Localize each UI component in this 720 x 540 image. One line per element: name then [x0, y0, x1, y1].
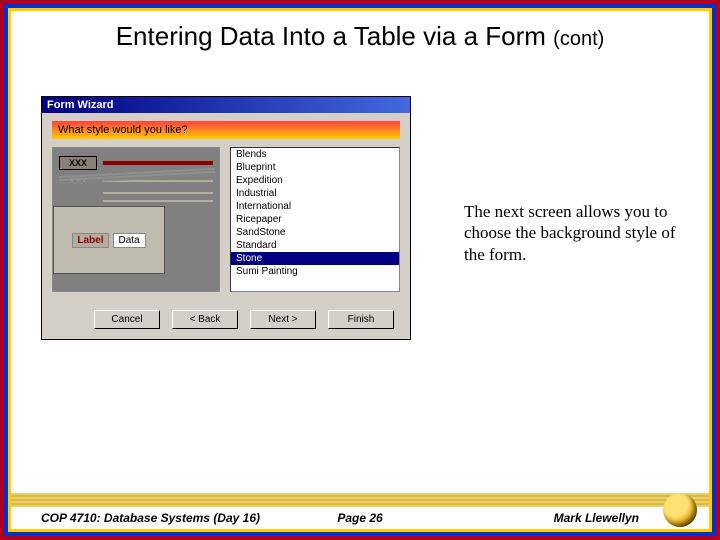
style-option[interactable]: Industrial	[231, 187, 399, 200]
cancel-button[interactable]: Cancel	[94, 310, 160, 329]
back-button[interactable]: < Back	[172, 310, 238, 329]
footer-course: COP 4710: Database Systems (Day 16)	[41, 511, 260, 525]
style-preview: XXX XXX Label Data	[52, 147, 220, 292]
slide-title-main: Entering Data Into a Table via a Form	[116, 21, 546, 51]
style-option[interactable]: Standard	[231, 239, 399, 252]
style-option[interactable]: International	[231, 200, 399, 213]
style-option[interactable]: Stone	[231, 252, 399, 265]
style-option[interactable]: Expedition	[231, 174, 399, 187]
style-option[interactable]: Sumi Painting	[231, 265, 399, 278]
preview-label-bold: XXX	[59, 156, 97, 170]
finish-button[interactable]: Finish	[328, 310, 394, 329]
ucf-logo-icon	[663, 493, 697, 527]
preview-sample-label: Label	[72, 233, 108, 248]
form-wizard-dialog: Form Wizard What style would you like? X…	[41, 96, 411, 340]
footer-decorative-band	[11, 493, 709, 507]
slide-footer: COP 4710: Database Systems (Day 16) Page…	[11, 507, 709, 529]
style-option[interactable]: Blueprint	[231, 161, 399, 174]
preview-sample: Label Data	[53, 206, 165, 274]
preview-sample-data: Data	[113, 233, 146, 248]
dialog-titlebar: Form Wizard	[42, 97, 410, 113]
slide-title: Entering Data Into a Table via a Form (c…	[11, 21, 709, 52]
footer-author: Mark Llewellyn	[554, 511, 639, 525]
style-option[interactable]: SandStone	[231, 226, 399, 239]
dialog-question: What style would you like?	[52, 121, 400, 139]
style-option[interactable]: Ricepaper	[231, 213, 399, 226]
next-button[interactable]: Next >	[250, 310, 316, 329]
slide-title-cont: (cont)	[553, 28, 604, 50]
style-option[interactable]: Blends	[231, 148, 399, 161]
style-listbox[interactable]: BlendsBlueprintExpeditionIndustrialInter…	[230, 147, 400, 292]
explanation-text: The next screen allows you to choose the…	[464, 201, 689, 265]
dialog-button-row: Cancel < Back Next > Finish	[52, 310, 400, 329]
